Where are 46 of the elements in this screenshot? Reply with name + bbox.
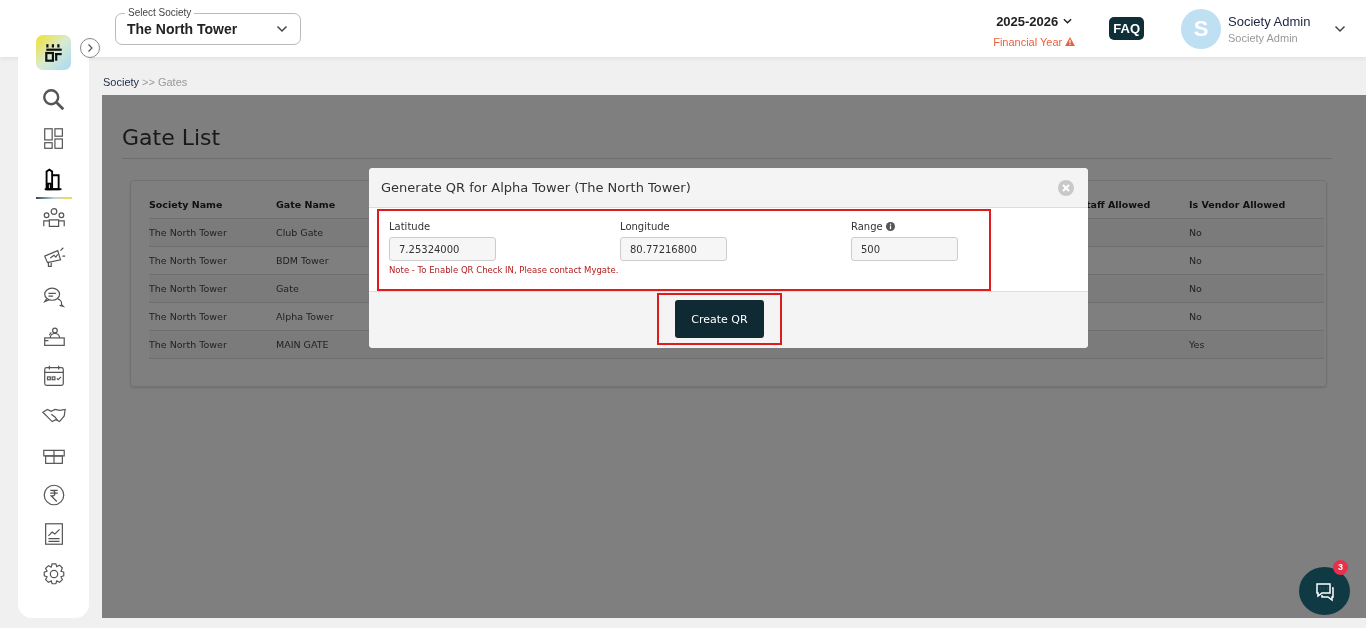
field-label: Longitude <box>620 221 671 232</box>
input-field[interactable]: 7.25324000 <box>389 237 496 261</box>
year-dropdown[interactable]: 2025-2026 <box>996 13 1073 29</box>
table-cell-text: No <box>1189 310 1202 324</box>
column-header: Is Vendor Allowed <box>1189 198 1286 212</box>
table-cell-text: Alpha Tower <box>276 310 334 324</box>
table-cell-text: MAIN GATE <box>276 338 329 352</box>
field-label: Range <box>851 221 981 232</box>
table-cell-text: BDM Tower <box>276 254 329 268</box>
dialog-title: Generate QR for Alpha Tower (The North Tower) <box>381 180 691 195</box>
table-cell-text: The North Tower <box>149 226 227 240</box>
breadcrumb-link[interactable]: Society <box>103 76 140 88</box>
table-cell-text: Club Gate <box>276 226 324 240</box>
select-label: Select Society <box>125 6 195 18</box>
avatar: S <box>1181 8 1221 49</box>
table-cell-text: The North Tower <box>149 310 227 324</box>
chevron-down-icon[interactable] <box>1334 24 1346 33</box>
table-cell-text: Yes <box>1189 338 1205 352</box>
table-cell-text: Gate <box>276 282 299 296</box>
create-qr-button[interactable]: Create QR <box>675 300 764 338</box>
chevron-down-icon <box>1063 18 1073 24</box>
breadcrumb-separator: >> <box>142 76 155 88</box>
table-cell-text: The North Tower <box>149 282 227 296</box>
chevron-right-icon <box>85 43 95 53</box>
faq-button[interactable]: FAQ <box>1109 17 1144 40</box>
table-cell-text: The North Tower <box>149 338 227 352</box>
logo-icon <box>42 41 65 64</box>
input-field[interactable]: 500 <box>851 237 958 261</box>
table-cell-text: No <box>1189 226 1202 240</box>
field-label: Latitude <box>389 221 432 232</box>
user-name: Society Admin <box>1228 13 1312 29</box>
column-header: Society Name <box>149 198 223 212</box>
note-text: Note - To Enable QR Check IN, Please contact Mygate. <box>389 265 620 275</box>
search-icon <box>40 86 67 113</box>
page-title: Gate List <box>122 125 1332 159</box>
input-field[interactable]: 80.77216800 <box>620 237 727 261</box>
column-header: Gate Name <box>276 198 336 212</box>
table-cell-text: The North Tower <box>149 254 227 268</box>
warning-icon <box>1065 37 1076 46</box>
user-role: Society Admin <box>1228 31 1299 44</box>
chevron-down-icon <box>276 24 288 33</box>
breadcrumb-current: Gates <box>157 76 188 88</box>
financial-year-caption: Financial Year <box>993 35 1063 48</box>
select-value: The North Tower <box>127 20 238 37</box>
table-cell-text: No <box>1189 254 1202 268</box>
table-cell-text: No <box>1189 282 1202 296</box>
